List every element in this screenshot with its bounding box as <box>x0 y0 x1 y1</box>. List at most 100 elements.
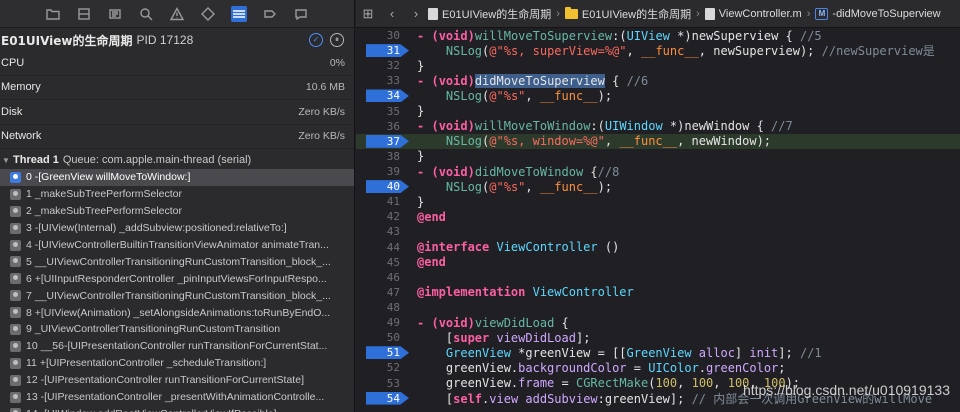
breakpoint-icon[interactable] <box>262 6 278 22</box>
breakpoint-marker[interactable]: 51 <box>356 345 406 360</box>
code-line[interactable]: 32} <box>356 58 960 73</box>
gauge-network[interactable]: Network Zero KB/s <box>0 125 354 149</box>
source-control-icon[interactable] <box>76 6 92 22</box>
process-row[interactable]: E01UIView的生命周期 PID 17128 ✓ ⏸ <box>0 29 354 51</box>
line-number[interactable]: 42 <box>356 209 406 224</box>
code-line[interactable]: 30 - (void)willMoveToSuperview:(UIView *)… <box>356 28 960 43</box>
code-line[interactable]: 35} <box>356 104 960 119</box>
symbol-icon[interactable] <box>107 6 123 22</box>
code-token: UIWindow <box>604 119 663 134</box>
gauge-disk[interactable]: Disk Zero KB/s <box>0 100 354 125</box>
code-line[interactable]: 41} <box>356 194 960 209</box>
code-token: viewDidLoad <box>474 315 555 330</box>
disclosure-triangle-icon[interactable]: ▼ <box>0 156 12 165</box>
breadcrumb-item[interactable]: M -didMoveToSuperview <box>815 7 941 20</box>
code-line[interactable]: 42 @end <box>356 209 960 224</box>
folder-icon[interactable] <box>45 6 61 22</box>
code-line[interactable]: 52 greenView.backgroundColor = UIColor.g… <box>356 360 960 375</box>
line-number[interactable]: 32 <box>356 58 406 73</box>
line-number[interactable]: 48 <box>356 300 406 315</box>
code-token: void <box>438 315 468 330</box>
code-line[interactable]: 37 NSLog(@"%s, window=%@", __func__, new… <box>356 133 960 149</box>
stack-frame[interactable]: 6 +[UIInputResponderController _pinInput… <box>0 270 354 287</box>
frame-label: 10 __56-[UIPresentationController runTra… <box>26 340 328 353</box>
line-number[interactable]: 43 <box>356 224 406 239</box>
code-line[interactable]: 34 NSLog(@"%s", __func__); <box>356 88 960 103</box>
code-area[interactable]: 30- (void)willMoveToSuperview:(UIView *)… <box>356 28 960 412</box>
stack-frame[interactable]: 4 -[UIViewControllerBuiltinTransitionVie… <box>0 237 354 254</box>
stack-frame[interactable]: 13 -[UIPresentationController _presentWi… <box>0 389 354 406</box>
stack-frame[interactable]: 2 _makeSubTreePerformSelector <box>0 203 354 220</box>
breadcrumb-item[interactable]: E01UIView的生命周期 <box>428 6 551 22</box>
line-number[interactable]: 30 <box>356 28 406 43</box>
stack-frame[interactable]: 14 -[UIWindow addRootViewControllerViewI… <box>0 405 354 412</box>
stack-frame[interactable]: 0 -[GreenView willMoveToWindow:] <box>0 169 354 186</box>
stack-frame[interactable]: 1 _makeSubTreePerformSelector <box>0 186 354 203</box>
breakpoint-marker[interactable]: 31 <box>356 43 406 58</box>
line-number[interactable]: 44 <box>356 240 406 255</box>
debug-icon[interactable] <box>231 5 247 22</box>
stack-frame[interactable]: 5 __UIViewControllerTransitioningRunCust… <box>0 253 354 270</box>
code-line[interactable]: 48 <box>356 300 960 315</box>
code-token: init <box>749 345 779 360</box>
line-number[interactable]: 36 <box>356 119 406 134</box>
frame-icon <box>10 323 21 335</box>
find-icon[interactable] <box>138 6 154 22</box>
test-icon[interactable] <box>200 6 216 22</box>
breakpoint-marker[interactable]: 40 <box>356 179 406 194</box>
issue-icon[interactable] <box>169 6 185 22</box>
line-number[interactable]: 38 <box>356 149 406 164</box>
code-line[interactable]: 46 <box>356 270 960 285</box>
code-line[interactable]: 49 - (void)viewDidLoad { <box>356 315 960 330</box>
line-number[interactable]: 35 <box>356 104 406 119</box>
stack-frame[interactable]: 9 _UIViewControllerTransitioningRunCusto… <box>0 321 354 338</box>
code-token: , <box>626 44 641 59</box>
breakpoint-marker[interactable]: 37 <box>356 134 406 149</box>
thread-filter-icon[interactable]: ⏸ <box>330 33 344 47</box>
line-source: GreenView *greenView = [[GreenView alloc… <box>406 346 822 360</box>
back-icon[interactable]: ‹ <box>380 6 404 21</box>
forward-icon[interactable]: › <box>404 6 428 21</box>
thread-row[interactable]: ▼ Thread 1 Queue: com.apple.main-thread … <box>0 151 354 169</box>
stack-frame[interactable]: 12 -[UIPresentationController runTransit… <box>0 372 354 389</box>
code-line[interactable]: 38} <box>356 149 960 164</box>
gauge-icon[interactable]: ✓ <box>309 33 323 47</box>
gauge-memory[interactable]: Memory 10.6 MB <box>0 76 354 100</box>
code-line[interactable]: 51 GreenView *greenView = [[GreenView al… <box>356 345 960 360</box>
stack-frame[interactable]: 8 +[UIView(Animation) _setAlongsideAnima… <box>0 304 354 321</box>
stack-frame[interactable]: 3 -[UIView(Internal) _addSubview:positio… <box>0 220 354 237</box>
code-line[interactable]: 40 NSLog(@"%s", __func__); <box>356 179 960 194</box>
line-number[interactable]: 50 <box>356 330 406 345</box>
report-icon[interactable] <box>293 6 309 22</box>
breakpoint-marker[interactable]: 34 <box>356 88 406 103</box>
stack-frame[interactable]: 10 __56-[UIPresentationController runTra… <box>0 338 354 355</box>
line-number[interactable]: 45 <box>356 255 406 270</box>
code-line[interactable]: 45 @end <box>356 255 960 270</box>
code-line[interactable]: 50 [super viewDidLoad]; <box>356 330 960 345</box>
breakpoint-marker[interactable]: 54 <box>356 391 406 406</box>
gauge-cpu[interactable]: CPU 0% <box>0 51 354 76</box>
line-number[interactable]: 47 <box>356 285 406 300</box>
line-number[interactable]: 49 <box>356 315 406 330</box>
code-line[interactable]: 31 NSLog(@"%s, superView=%@", __func__, … <box>356 43 960 58</box>
line-number[interactable]: 39 <box>356 164 406 179</box>
code-line[interactable]: 36 - (void)willMoveToWindow:(UIWindow *)n… <box>356 119 960 134</box>
stack-frame[interactable]: 11 +[UIPresentationController _scheduleT… <box>0 355 354 372</box>
line-number[interactable]: 52 <box>356 360 406 375</box>
code-line[interactable]: 44 @interface ViewController () <box>356 240 960 255</box>
code-line[interactable]: 47 @implementation ViewController <box>356 285 960 300</box>
code-line[interactable]: 33 - (void)didMoveToSuperview { //6 <box>356 73 960 88</box>
line-number[interactable]: 41 <box>356 194 406 209</box>
breadcrumb-item[interactable]: ViewController.m <box>704 7 802 20</box>
line-source: NSLog(@"%s, superView=%@", __func__, new… <box>406 42 935 59</box>
code-line[interactable]: 39 - (void)didMoveToWindow {//8 <box>356 164 960 179</box>
code-line[interactable]: 43 <box>356 224 960 239</box>
stack-frame[interactable]: 7 __UIViewControllerTransitioningRunCust… <box>0 287 354 304</box>
code-token: NSLog <box>445 44 483 59</box>
line-number-text: 43 <box>386 225 400 239</box>
breadcrumb-item[interactable]: E01UIView的生命周期 <box>564 6 691 22</box>
grid-icon[interactable]: ⊞ <box>356 6 380 22</box>
line-number[interactable]: 46 <box>356 270 406 285</box>
line-number[interactable]: 53 <box>356 376 406 391</box>
line-number[interactable]: 33 <box>356 73 406 88</box>
